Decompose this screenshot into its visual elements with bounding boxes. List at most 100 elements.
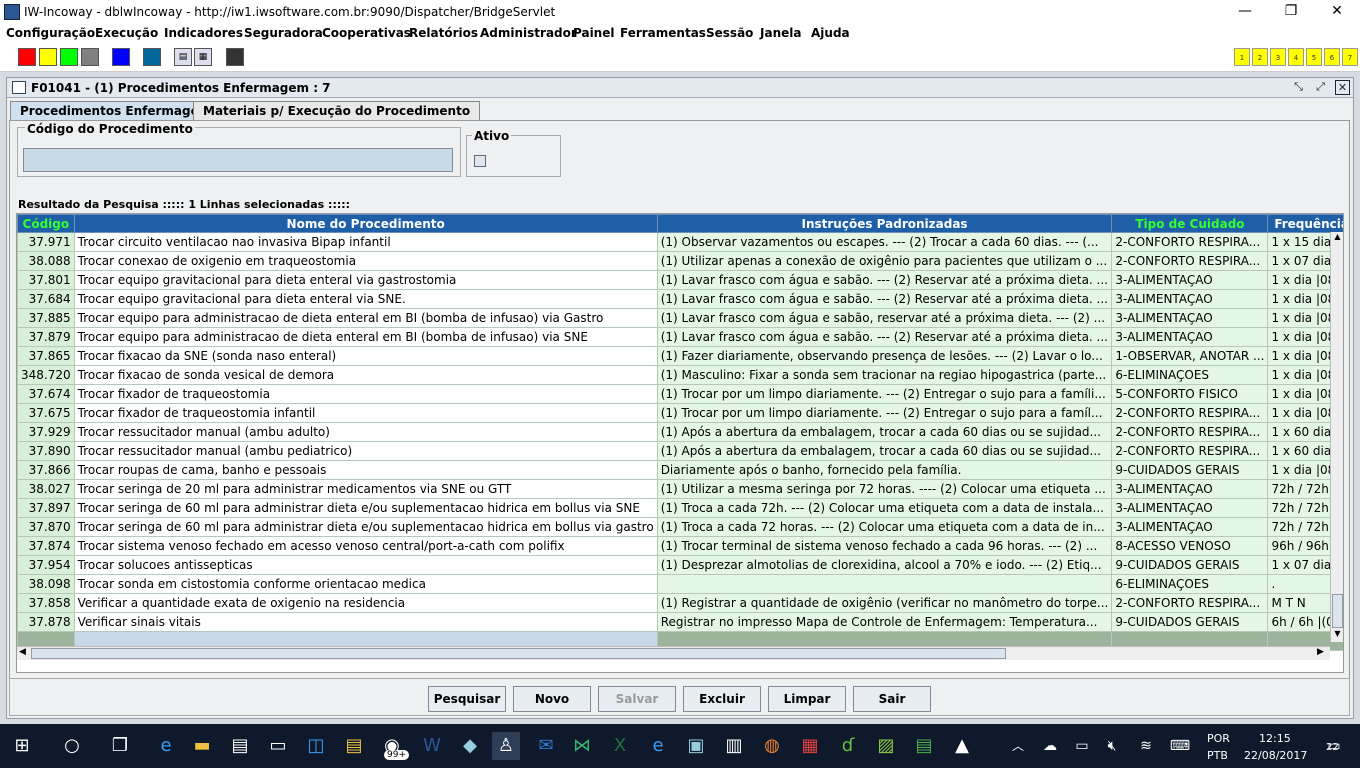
computer-icon[interactable]: ▭ [264,732,292,760]
frame-minimize-icon[interactable]: ⤡ [1291,80,1306,95]
cell-tipo[interactable]: 2-CONFORTO RESPIRA... [1111,251,1269,271]
cell-nome[interactable]: Trocar fixador de traqueostomia infantil [73,403,658,423]
cell-tipo[interactable]: 3-ALIMENTAÇAO [1111,479,1269,499]
pesquisar-button[interactable]: Pesquisar [428,686,506,712]
cell-tipo[interactable]: 3-ALIMENTAÇAO [1111,498,1269,518]
remote-desktop-icon[interactable]: ◫ [302,732,330,760]
cell-codigo[interactable]: 37.865 [17,346,75,366]
cell-tipo[interactable]: 8-ACESSO VENOSO [1111,536,1269,556]
cell-nome[interactable]: Trocar sonda em cistostomia conforme ori… [73,574,658,594]
volume-muted-icon[interactable]: 🔇︎ [1098,732,1126,760]
minimize-button[interactable]: — [1222,0,1268,24]
scroll-right-icon[interactable]: ▶ [1317,647,1324,657]
chart-app-icon[interactable]: ▨ [872,732,900,760]
cell-codigo[interactable]: 37.890 [17,441,75,461]
cell-instrucoes[interactable] [656,574,1113,594]
cell-codigo[interactable]: 37.874 [17,536,75,556]
menu-ajuda[interactable]: Ajuda [811,26,850,40]
cell-instrucoes[interactable]: (1) Masculino: Fixar a sonda sem tracion… [656,365,1113,385]
task-view-icon[interactable]: ❐ [106,732,134,760]
window-6-button[interactable]: 6 [1324,48,1340,66]
cell-instrucoes[interactable]: Diariamente após o banho, fornecido pela… [656,460,1113,480]
sair-button[interactable]: Sair [853,686,931,712]
keyboard-icon[interactable]: ⌨ [1166,732,1194,760]
cell-instrucoes[interactable]: (1) Trocar por um limpo diariamente. ---… [656,384,1113,404]
cell-tipo[interactable]: 2-CONFORTO RESPIRA... [1111,593,1269,613]
word-icon[interactable]: W [418,732,446,760]
cell-codigo[interactable]: 37.674 [17,384,75,404]
table-row[interactable]: 37.870 Trocar seringa de 60 ml para admin… [17,517,1343,537]
cell-nome[interactable]: Trocar solucoes antissepticas [73,555,658,575]
cell-codigo[interactable]: 38.027 [17,479,75,499]
table-row[interactable]: 37.929 Trocar ressucitador manual (ambu a… [17,422,1343,442]
cloud-icon[interactable]: ☁ [1036,732,1064,760]
color-yellow-button[interactable] [39,48,57,66]
codigo-input[interactable] [23,148,453,172]
cell-nome[interactable]: Trocar seringa de 60 ml para administrar… [73,517,658,537]
cell-codigo[interactable]: 37.858 [17,593,75,613]
novo-button[interactable]: Novo [513,686,591,712]
window-1-button[interactable]: 1 [1234,48,1250,66]
table-row[interactable]: 37.801 Trocar equipo gravitacional para d… [17,270,1343,290]
cascade-windows-icon[interactable]: ▤ [174,48,192,66]
limpar-button[interactable]: Limpar [768,686,846,712]
monitor-icon[interactable]: ▥ [720,732,748,760]
table-row[interactable]: 37.858 Verificar a quantidade exata de ox… [17,593,1343,613]
tab-procedimentos[interactable]: Procedimentos Enfermagem [10,101,222,121]
salvar-button[interactable]: Salvar [598,686,676,712]
column-header-nome[interactable]: Nome do Procedimento [73,214,658,233]
edge-browser-icon[interactable]: e [152,732,180,760]
cell-tipo[interactable]: 3-ALIMENTAÇAO [1111,270,1269,290]
cell-nome[interactable]: Verificar a quantidade exata de oxigenio… [73,593,658,613]
menu-relatorios[interactable]: Relatórios [409,26,478,40]
cell-codigo[interactable]: 38.088 [17,251,75,271]
table-row[interactable]: 37.865 Trocar fixacao da SNE (sonda naso … [17,346,1343,366]
table-row[interactable]: 37.874 Trocar sistema venoso fechado em a… [17,536,1343,556]
sheets-icon[interactable]: ▤ [910,732,938,760]
table-row[interactable]: 37.866 Trocar roupas de cama, banho e pes… [17,460,1343,480]
menu-configuracao[interactable]: Configuração [6,26,95,40]
menu-cooperativas[interactable]: Cooperativas [322,26,411,40]
cell-codigo[interactable]: 37.879 [17,327,75,347]
cell-tipo[interactable]: 3-ALIMENTAÇAO [1111,289,1269,309]
cell-nome[interactable]: Verificar sinais vitais [73,612,658,632]
frame-close-icon[interactable]: ✕ [1335,80,1350,95]
cell-codigo[interactable]: 37.971 [17,232,75,252]
tab-materiais[interactable]: Materiais p/ Execução do Procedimento [193,101,481,121]
cell-codigo[interactable]: 37.878 [17,612,75,632]
scroll-down-icon[interactable]: ▼ [1332,629,1343,641]
table-row[interactable]: 37.885 Trocar equipo para administracao d… [17,308,1343,328]
cell-instrucoes[interactable]: (1) Observar vazamentos ou escapes. --- … [656,232,1113,252]
cell-instrucoes[interactable]: (1) Fazer diariamente, observando presen… [656,346,1113,366]
window-4-button[interactable]: 4 [1288,48,1304,66]
color-teal-button[interactable] [143,48,161,66]
clock-time[interactable]: 12:15 [1259,732,1291,745]
column-header-codigo[interactable]: Código [17,214,75,233]
table-row[interactable]: 37.954 Trocar solucoes antissepticas (1) D… [17,555,1343,575]
column-header-frequencia[interactable]: Frequência Padrão [1267,214,1343,233]
column-header-tipo[interactable]: Tipo de Cuidado [1111,214,1269,233]
table-row[interactable]: 38.098 Trocar sonda em cistostomia confor… [17,574,1343,594]
windows-start-icon[interactable]: ⊞ [8,732,36,760]
firefox-icon[interactable]: ◍ [758,732,786,760]
cell-instrucoes[interactable]: Registrar no impresso Mapa de Controle d… [656,612,1113,632]
outlook-icon[interactable]: ✉ [532,732,560,760]
window-2-button[interactable]: 2 [1252,48,1268,66]
search-icon[interactable]: ○ [58,732,86,760]
table-row[interactable]: 37.878 Verificar sinais vitais Registrar n… [17,612,1343,632]
paint-icon[interactable]: ▣ [682,732,710,760]
cell-instrucoes[interactable]: (1) Utilizar apenas a conexão de oxigêni… [656,251,1113,271]
cell-codigo[interactable]: 37.801 [17,270,75,290]
cell-instrucoes[interactable]: (1) Após a abertura da embalagem, trocar… [656,441,1113,461]
scroll-left-icon[interactable]: ◀ [19,647,26,657]
chevron-up-icon[interactable]: ︿ [1004,732,1032,760]
menu-seguradora[interactable]: Seguradora [244,26,323,40]
cell-codigo[interactable]: 37.866 [17,460,75,480]
window-7-button[interactable]: 7 [1342,48,1358,66]
horizontal-scrollbar[interactable]: ◀ ▶ [17,646,1330,660]
color-red-button[interactable] [18,48,36,66]
tile-windows-icon[interactable]: ▦ [194,48,212,66]
cell-instrucoes[interactable]: (1) Troca a cada 72h. --- (2) Colocar um… [656,498,1113,518]
incoway-app-icon[interactable]: ♙ [492,732,520,760]
column-header-instrucoes[interactable]: Instruções Padronizadas [656,214,1113,233]
